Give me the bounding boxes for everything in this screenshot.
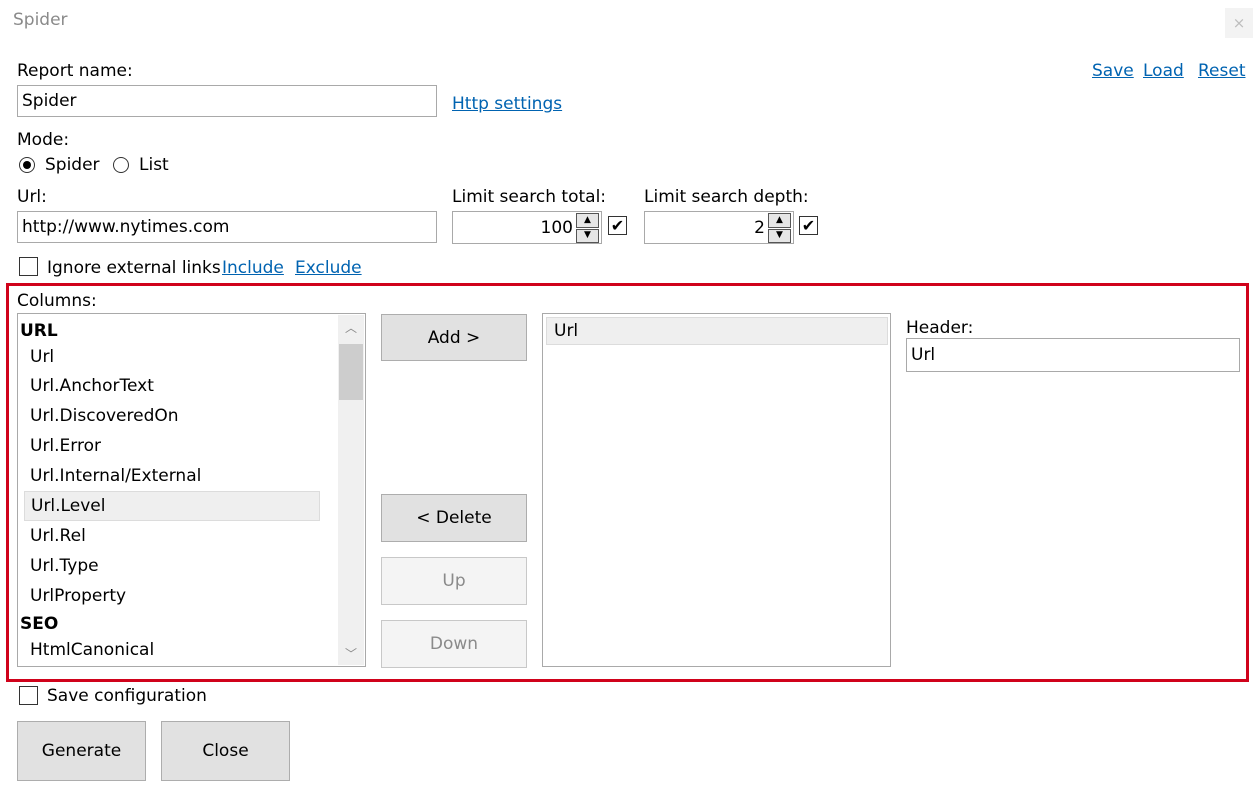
list-item[interactable]: UrlProperty <box>24 581 320 611</box>
limit-total-value: 100 <box>540 217 573 238</box>
url-label: Url: <box>17 187 47 207</box>
list-item[interactable]: Url.DiscoveredOn <box>24 401 320 431</box>
limit-total-label: Limit search total: <box>452 187 607 207</box>
radio-unselected-icon <box>113 157 129 173</box>
exclude-link[interactable]: Exclude <box>295 258 362 278</box>
close-button[interactable]: Close <box>161 721 290 781</box>
close-icon[interactable]: × <box>1225 8 1253 38</box>
group-header-url: URL <box>20 321 58 341</box>
report-name-input[interactable]: Spider <box>17 85 437 117</box>
save-config-checkbox[interactable] <box>19 686 38 705</box>
list-item[interactable]: Url.AnchorText <box>24 371 320 401</box>
list-item[interactable]: Url.Error <box>24 431 320 461</box>
mode-list-label: List <box>139 155 169 175</box>
mode-list-radio[interactable]: List <box>113 155 169 175</box>
mode-spider-label: Spider <box>45 155 100 175</box>
scroll-down-icon[interactable]: ﹀ <box>338 641 364 665</box>
delete-button[interactable]: < Delete <box>381 494 527 542</box>
generate-button[interactable]: Generate <box>17 721 146 781</box>
save-config-label: Save configuration <box>47 686 207 706</box>
save-link[interactable]: Save <box>1092 61 1134 81</box>
http-settings-link[interactable]: Http settings <box>452 94 562 114</box>
limit-total-stepper[interactable]: 100 ▲ ▼ <box>452 211 602 244</box>
mode-label: Mode: <box>17 130 70 150</box>
window-title: Spider <box>13 10 68 30</box>
mode-spider-radio[interactable]: Spider <box>19 155 100 175</box>
limit-depth-label: Limit search depth: <box>644 187 809 207</box>
list-item[interactable]: Url <box>24 342 320 372</box>
scroll-up-icon[interactable]: ︿ <box>338 315 364 339</box>
header-label: Header: <box>906 318 974 338</box>
up-button[interactable]: Up <box>381 557 527 605</box>
limit-depth-value: 2 <box>754 217 765 238</box>
scrollbar-thumb[interactable] <box>339 344 363 400</box>
limit-depth-stepper[interactable]: 2 ▲ ▼ <box>644 211 794 244</box>
add-button[interactable]: Add > <box>381 314 527 361</box>
down-button[interactable]: Down <box>381 620 527 668</box>
list-item[interactable]: Url.Rel <box>24 521 320 551</box>
ignore-external-label: Ignore external links <box>47 258 221 278</box>
radio-selected-icon <box>19 157 35 173</box>
header-input[interactable]: Url <box>906 338 1240 372</box>
checkmark-icon: ✔ <box>801 215 816 235</box>
list-item-selected[interactable]: Url.Level <box>24 491 320 521</box>
checkmark-icon: ✔ <box>610 215 625 235</box>
load-link[interactable]: Load <box>1143 61 1184 81</box>
spin-up-icon[interactable]: ▲ <box>768 213 791 228</box>
spin-up-icon[interactable]: ▲ <box>576 213 599 228</box>
spin-down-icon[interactable]: ▼ <box>768 228 791 243</box>
include-link[interactable]: Include <box>222 258 284 278</box>
selected-column-item[interactable]: Url <box>546 317 888 345</box>
list-item[interactable]: HtmlCanonical <box>24 635 320 665</box>
ignore-external-checkbox[interactable] <box>19 257 38 276</box>
limit-total-checkbox[interactable]: ✔ <box>608 216 627 235</box>
spin-down-icon[interactable]: ▼ <box>576 228 599 243</box>
reset-link[interactable]: Reset <box>1198 61 1246 81</box>
list-item[interactable]: Url.Internal/External <box>24 461 320 491</box>
limit-depth-checkbox[interactable]: ✔ <box>799 216 818 235</box>
columns-label: Columns: <box>17 291 97 311</box>
group-header-seo: SEO <box>20 614 59 634</box>
url-input[interactable]: http://www.nytimes.com <box>17 211 437 243</box>
list-scrollbar[interactable]: ︿ ﹀ <box>338 315 364 665</box>
report-name-label: Report name: <box>17 61 133 81</box>
selected-columns-list[interactable]: Url <box>542 313 891 667</box>
list-item[interactable]: Url.Type <box>24 551 320 581</box>
available-columns-list[interactable]: URL Url Url.AnchorText Url.DiscoveredOn … <box>17 313 366 667</box>
